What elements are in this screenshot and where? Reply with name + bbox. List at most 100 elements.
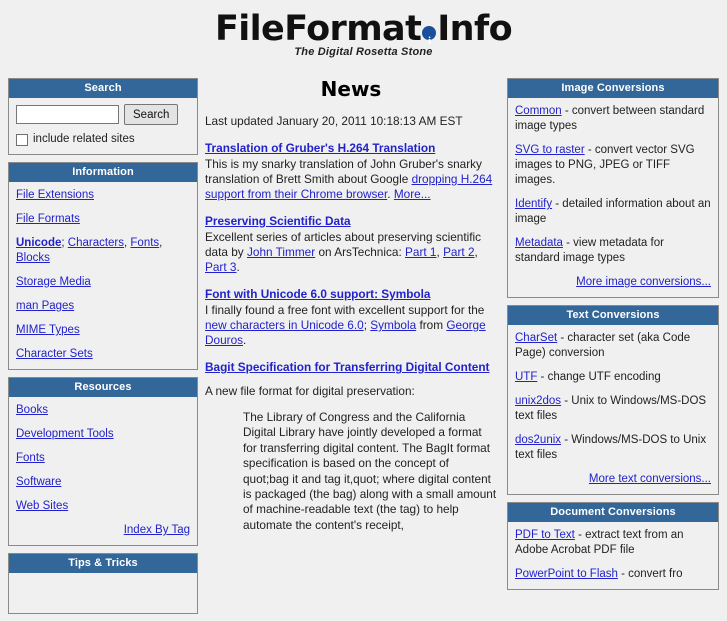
main-content: News Last updated January 20, 2011 10:18… (205, 78, 497, 545)
link-symbola[interactable]: Symbola (370, 318, 416, 332)
conversion-item: dos2unix - Windows/MS-DOS to Unix text f… (515, 433, 711, 463)
search-input[interactable] (16, 105, 119, 124)
document-conversions-box: Document Conversions PDF to Text - extra… (507, 502, 719, 590)
link-more-0[interactable]: More... (394, 187, 431, 201)
information-box-title: Information (9, 163, 197, 182)
link-storage-media[interactable]: Storage Media (16, 276, 91, 288)
tips-box-body (9, 573, 197, 613)
link-more-image-conversions[interactable]: More image conversions... (576, 276, 711, 288)
include-related-sites-row[interactable]: include related sites (16, 132, 190, 147)
link-common[interactable]: Common (515, 105, 562, 117)
right-sidebar: Image Conversions Common - convert betwe… (507, 78, 719, 597)
link-mime-types[interactable]: MIME Types (16, 324, 80, 336)
news-headline-link-2[interactable]: Font with Unicode 6.0 support: Symbola (205, 287, 430, 301)
link-books[interactable]: Books (16, 404, 48, 416)
link-character-sets[interactable]: Character Sets (16, 348, 93, 360)
page-title: News (320, 77, 382, 101)
link-file-formats[interactable]: File Formats (16, 213, 80, 225)
link-new-characters-unicode60[interactable]: new characters in Unicode 6.0 (205, 318, 364, 332)
doc-conversion-desc-1: - convert fro (617, 568, 683, 580)
link-john-timmer[interactable]: John Timmer (247, 245, 315, 259)
site-tagline: The Digital Rosetta Stone (294, 46, 433, 58)
news-item: Bagit Specification for Transferring Dig… (205, 360, 497, 533)
news-item: Preserving Scientific Data Excellent ser… (205, 214, 497, 275)
conversion-item: Metadata - view metadata for standard im… (515, 236, 711, 266)
link-utf[interactable]: UTF (515, 371, 537, 383)
link-more-text-conversions[interactable]: More text conversions... (589, 473, 711, 485)
link-man-pages[interactable]: man Pages (16, 300, 74, 312)
link-web-sites[interactable]: Web Sites (16, 500, 68, 512)
search-button[interactable]: Search (124, 104, 179, 125)
link-fonts-unicode[interactable]: Fonts (130, 237, 159, 249)
link-charset[interactable]: CharSet (515, 332, 557, 344)
link-metadata[interactable]: Metadata (515, 237, 563, 249)
last-updated-text: Last updated January 20, 2011 10:18:13 A… (205, 114, 463, 128)
news-sep-2: , (474, 245, 478, 259)
conversion-item: PowerPoint to Flash - convert fro (515, 567, 711, 582)
tips-box: Tips & Tricks (8, 553, 198, 614)
document-conversions-title: Document Conversions (508, 503, 718, 522)
news-body-text-2b: from (416, 318, 447, 332)
news-headline: Translation of Gruber's H.264 Translatio… (205, 141, 497, 156)
info-dot-icon (422, 23, 437, 59)
conversion-item: PDF to Text - extract text from an Adobe… (515, 528, 711, 558)
logo-text-part1: FileFormat (214, 9, 422, 49)
link-blocks[interactable]: Blocks (16, 252, 50, 264)
resources-box: Resources Books Development Tools Fonts … (8, 377, 198, 546)
link-unix2dos[interactable]: unix2dos (515, 395, 561, 407)
news-body: A new file format for digital preservati… (205, 384, 415, 398)
link-fonts[interactable]: Fonts (16, 452, 45, 464)
include-related-sites-checkbox[interactable] (16, 133, 28, 146)
search-box-title: Search (9, 79, 197, 98)
news-blockquote: The Library of Congress and the Californ… (243, 410, 497, 532)
image-conversions-box: Image Conversions Common - convert betwe… (507, 78, 719, 298)
news-headline: Bagit Specification for Transferring Dig… (205, 360, 497, 375)
news-headline: Preserving Scientific Data (205, 214, 497, 229)
unicode-line: Unicode; Characters, Fonts, Blocks (16, 236, 190, 266)
link-powerpoint-to-flash[interactable]: PowerPoint to Flash (515, 568, 618, 580)
search-box: Search Search include related sites (8, 78, 198, 155)
link-part-2[interactable]: Part 2 (443, 245, 474, 259)
link-part-1[interactable]: Part 1 (405, 245, 436, 259)
link-development-tools[interactable]: Development Tools (16, 428, 114, 440)
news-item: Translation of Gruber's H.264 Translatio… (205, 141, 497, 202)
unicode-sep-3: , (159, 237, 163, 249)
news-body: Excellent series of articles about prese… (205, 230, 497, 275)
news-headline-link-3[interactable]: Bagit Specification for Transferring Dig… (205, 360, 489, 374)
text-conversions-title: Text Conversions (508, 306, 718, 325)
text-conversions-box: Text Conversions CharSet - character set… (507, 305, 719, 495)
link-index-by-tag[interactable]: Index By Tag (124, 524, 190, 536)
conversion-item: UTF - change UTF encoding (515, 370, 711, 385)
resources-box-title: Resources (9, 378, 197, 397)
news-headline-link-1[interactable]: Preserving Scientific Data (205, 214, 351, 228)
link-software[interactable]: Software (16, 476, 61, 488)
link-pdf-to-text[interactable]: PDF to Text (515, 529, 575, 541)
news-body-text-2a: I finally found a free font with excelle… (205, 303, 485, 317)
left-sidebar: Search Search include related sites Info… (8, 78, 198, 621)
news-body-text-1c: . (236, 260, 240, 274)
link-file-extensions[interactable]: File Extensions (16, 189, 94, 201)
news-headline-link-0[interactable]: Translation of Gruber's H.264 Translatio… (205, 141, 435, 155)
more-image-conversions-row: More image conversions... (515, 275, 711, 290)
logo-text-part2: Info (437, 9, 513, 49)
news-body: I finally found a free font with excelle… (205, 303, 497, 348)
conversion-item: SVG to raster - convert vector SVG image… (515, 143, 711, 188)
link-dos2unix[interactable]: dos2unix (515, 434, 561, 446)
link-identify[interactable]: Identify (515, 198, 552, 210)
image-conversions-title: Image Conversions (508, 79, 718, 98)
news-item: Font with Unicode 6.0 support: Symbola I… (205, 287, 497, 348)
link-part-3[interactable]: Part 3 (205, 260, 236, 274)
news-headline: Font with Unicode 6.0 support: Symbola (205, 287, 497, 302)
news-body-text-1b: on ArsTechnica: (315, 245, 406, 259)
link-unicode[interactable]: Unicode (16, 237, 61, 249)
text-conversion-desc-1: - change UTF encoding (537, 371, 661, 383)
conversion-item: Common - convert between standard image … (515, 104, 711, 134)
news-body: This is my snarky translation of John Gr… (205, 157, 497, 202)
information-box: Information File Extensions File Formats… (8, 162, 198, 370)
link-svg-to-raster[interactable]: SVG to raster (515, 144, 585, 156)
tips-box-title: Tips & Tricks (9, 554, 197, 573)
include-related-sites-label: include related sites (33, 133, 135, 145)
conversion-item: unix2dos - Unix to Windows/MS-DOS text f… (515, 394, 711, 424)
more-text-conversions-row: More text conversions... (515, 472, 711, 487)
link-characters[interactable]: Characters (68, 237, 124, 249)
